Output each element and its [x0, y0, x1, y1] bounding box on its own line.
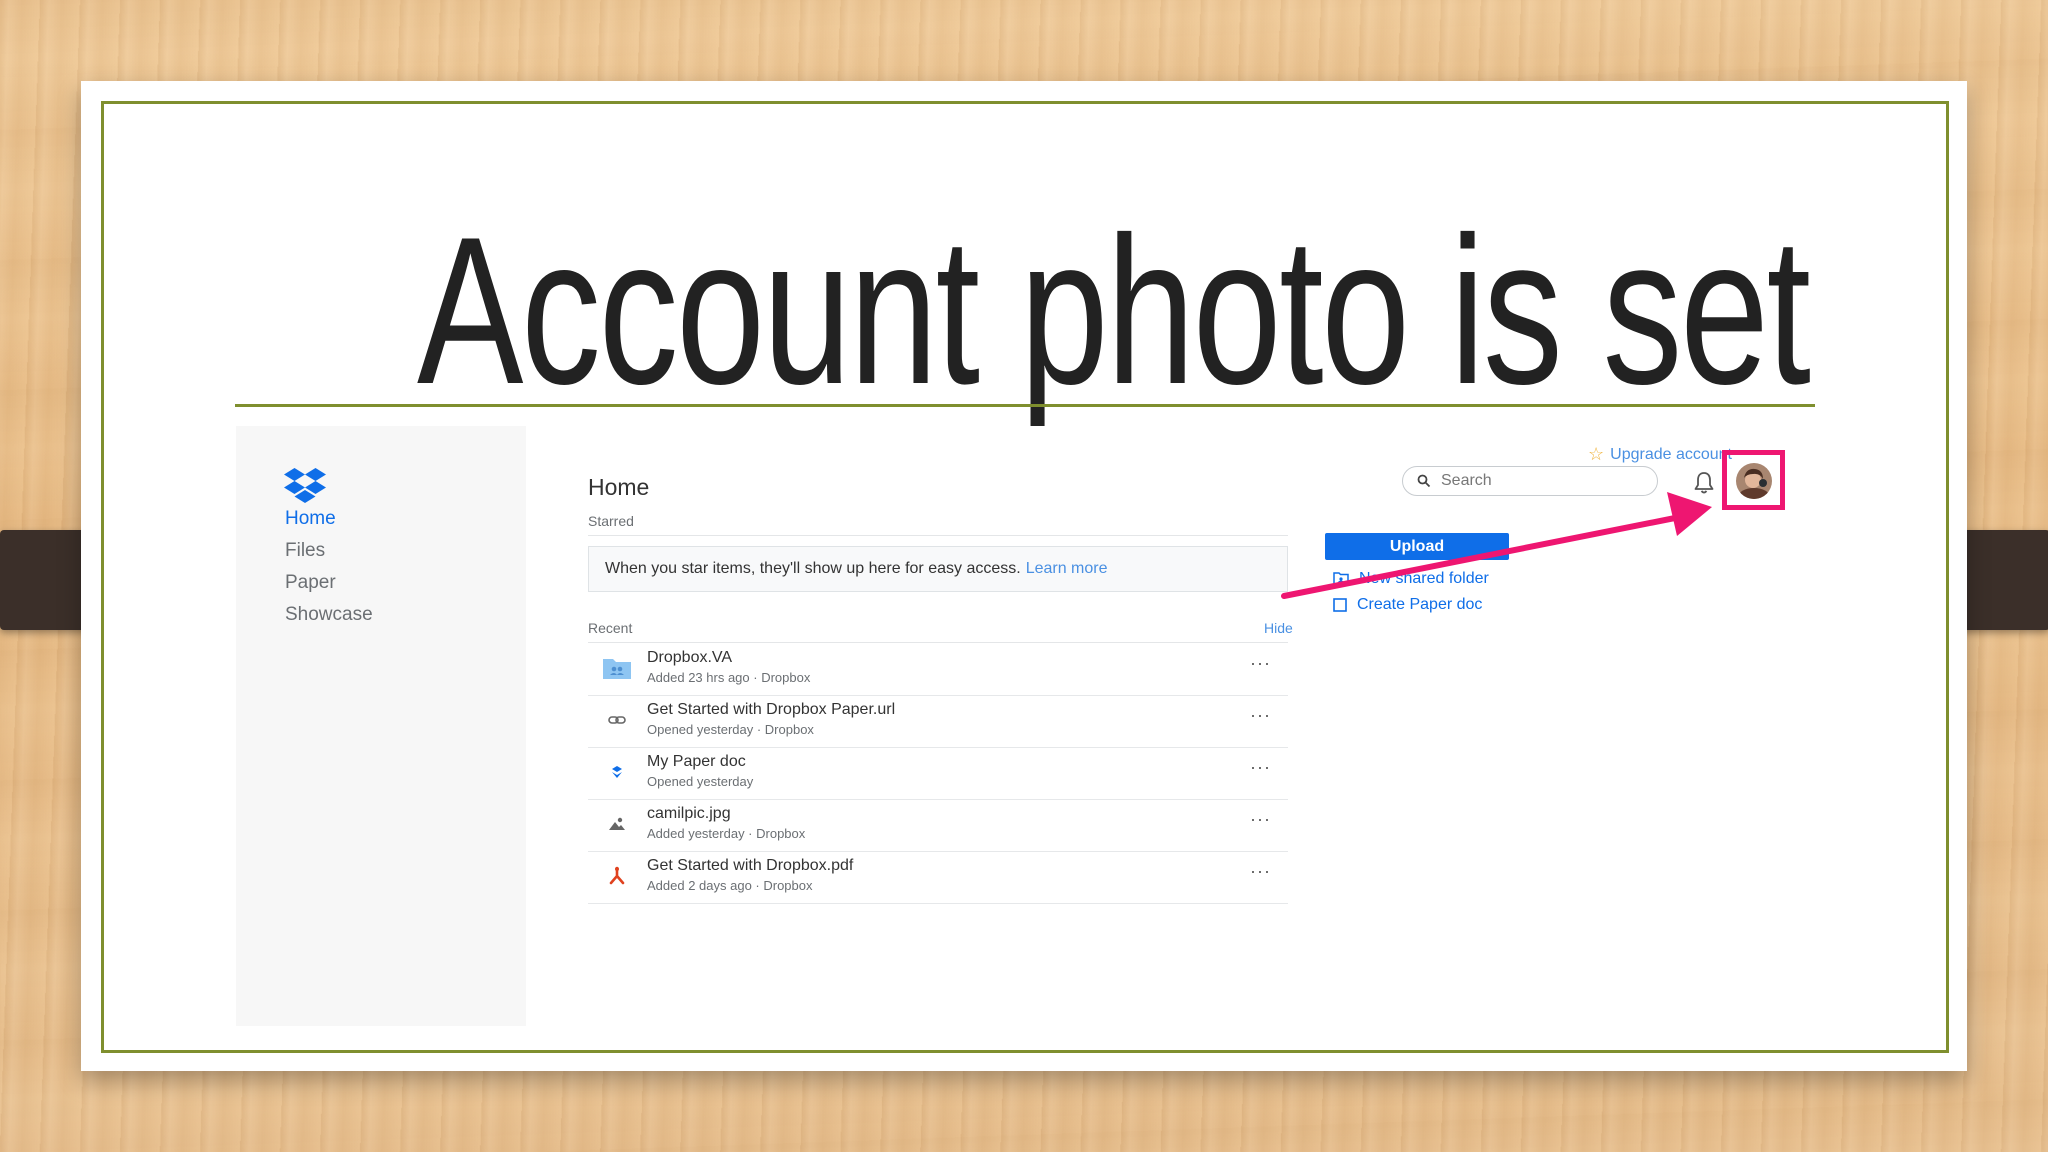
- main-content: Home ☆ Upgrade account Search Starred Wh…: [526, 426, 1816, 1026]
- more-options-icon[interactable]: ···: [1250, 809, 1271, 830]
- bell-icon[interactable]: [1692, 470, 1716, 496]
- paper-doc-icon: [610, 763, 624, 781]
- more-options-icon[interactable]: ···: [1250, 705, 1271, 726]
- new-shared-folder-button[interactable]: New shared folder: [1333, 570, 1489, 588]
- upgrade-label: Upgrade account: [1610, 445, 1732, 463]
- create-paper-doc-button[interactable]: Create Paper doc: [1333, 596, 1482, 614]
- more-options-icon[interactable]: ···: [1250, 653, 1271, 674]
- new-shared-folder-label: New shared folder: [1359, 570, 1489, 587]
- file-name: My Paper doc: [647, 753, 746, 770]
- file-meta: Added 23 hrs ago · Dropbox: [647, 670, 811, 685]
- dropbox-logo-icon[interactable]: [284, 468, 326, 504]
- file-meta: Opened yesterday: [647, 774, 754, 789]
- sidebar-item-home[interactable]: Home: [285, 508, 336, 530]
- paper-doc-outline-icon: [1333, 598, 1347, 612]
- shared-folder-add-icon: [1333, 572, 1349, 586]
- upload-button[interactable]: Upload: [1325, 533, 1509, 560]
- slide-title: Account photo is set: [417, 193, 1811, 428]
- star-icon: ☆: [1588, 444, 1605, 464]
- table-row[interactable]: Dropbox.VA Added 23 hrs ago · Dropbox ··…: [588, 643, 1288, 696]
- table-row[interactable]: camilpic.jpg Added yesterday · Dropbox ·…: [588, 799, 1288, 852]
- search-input[interactable]: Search: [1402, 466, 1658, 496]
- file-name: camilpic.jpg: [647, 805, 731, 822]
- starred-label: Starred: [588, 513, 634, 529]
- shared-folder-icon: [603, 659, 631, 679]
- table-row[interactable]: My Paper doc Opened yesterday ···: [588, 747, 1288, 800]
- create-paper-doc-label: Create Paper doc: [1357, 596, 1483, 613]
- more-options-icon[interactable]: ···: [1250, 757, 1271, 778]
- learn-more-link[interactable]: Learn more: [1026, 560, 1108, 578]
- starred-divider: [588, 535, 1288, 536]
- file-meta: Added yesterday · Dropbox: [647, 826, 806, 841]
- pdf-icon: [609, 866, 625, 885]
- sidebar-item-paper[interactable]: Paper: [285, 572, 336, 594]
- table-row[interactable]: Get Started with Dropbox.pdf Added 2 day…: [588, 851, 1288, 904]
- sidebar-item-showcase[interactable]: Showcase: [285, 604, 373, 626]
- link-icon: [608, 716, 626, 724]
- image-icon: [609, 817, 625, 830]
- file-name: Get Started with Dropbox.pdf: [647, 857, 854, 874]
- title-underline: [235, 404, 1815, 407]
- hide-recent-link[interactable]: Hide: [1264, 620, 1293, 636]
- file-meta: Added 2 days ago · Dropbox: [647, 878, 813, 893]
- table-row[interactable]: Get Started with Dropbox Paper.url Opene…: [588, 695, 1288, 748]
- avatar-highlight-box: [1722, 450, 1785, 510]
- starred-empty-message: When you star items, they'll show up her…: [588, 546, 1288, 592]
- search-placeholder: Search: [1441, 472, 1492, 489]
- slide-card: Account photo is set Home Files Paper Sh…: [81, 81, 1967, 1071]
- upgrade-account-link[interactable]: ☆ Upgrade account: [1588, 444, 1732, 465]
- file-name: Dropbox.VA: [647, 649, 733, 666]
- more-options-icon[interactable]: ···: [1250, 861, 1271, 882]
- starred-message-text: When you star items, they'll show up her…: [605, 560, 1021, 577]
- file-meta: Opened yesterday · Dropbox: [647, 722, 814, 737]
- recent-label: Recent: [588, 620, 633, 636]
- dropbox-screenshot: Home Files Paper Showcase Home ☆ Upgrade…: [236, 426, 1816, 1026]
- page-title: Home: [588, 474, 650, 500]
- file-name: Get Started with Dropbox Paper.url: [647, 701, 896, 718]
- sidebar-item-files[interactable]: Files: [285, 540, 325, 562]
- sidebar: Home Files Paper Showcase: [236, 426, 526, 1026]
- search-icon: [1417, 474, 1431, 488]
